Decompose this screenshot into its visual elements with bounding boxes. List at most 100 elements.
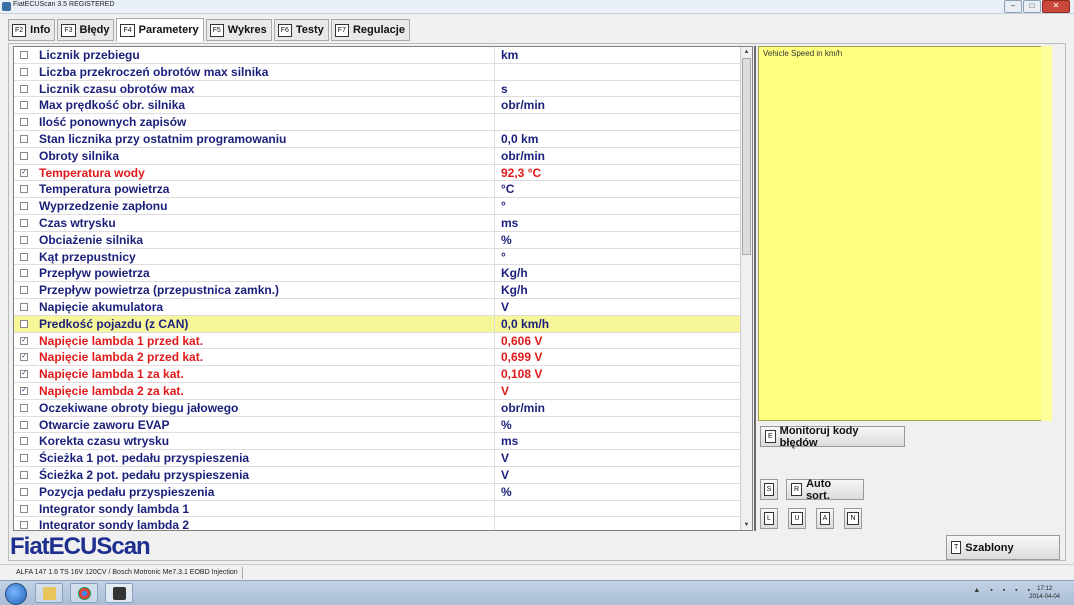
column-divider (494, 214, 495, 231)
table-row[interactable]: ✓ Napięcie lambda 1 przed kat. 0,606 V (14, 332, 752, 350)
splitter[interactable] (754, 46, 756, 531)
scroll-down-icon[interactable]: ▼ (741, 520, 752, 530)
graph-scrollbar[interactable] (1041, 46, 1052, 421)
param-checkbox[interactable] (20, 118, 28, 127)
column-divider (494, 248, 495, 265)
table-row[interactable]: Pozycja pedału przyspieszenia% (14, 483, 752, 501)
scroll-up-icon[interactable]: ▲ (741, 47, 752, 57)
key-hint: U (791, 512, 803, 525)
table-row[interactable]: Obroty silnika obr/min (14, 147, 752, 165)
param-checkbox[interactable] (20, 218, 28, 227)
param-checkbox[interactable] (20, 151, 28, 160)
param-checkbox[interactable] (20, 252, 28, 261)
taskbar-chrome[interactable] (70, 583, 98, 603)
param-checkbox[interactable] (20, 67, 28, 76)
param-value: V (501, 467, 510, 482)
table-row[interactable]: ✓ Napięcie lambda 2 przed kat. 0,699 V (14, 349, 752, 367)
a-button[interactable]: A (816, 508, 834, 529)
start-button[interactable] (5, 583, 27, 605)
table-row[interactable]: ✓ Temperatura wody 92,3 °C (14, 164, 752, 182)
table-row[interactable]: Max prędkość obr. silnika obr/min (14, 97, 752, 115)
table-row[interactable]: Obciażenie silnika% (14, 231, 752, 249)
param-checkbox[interactable] (20, 302, 28, 311)
param-checkbox[interactable] (20, 134, 28, 143)
param-checkbox[interactable] (20, 470, 28, 479)
tab-regulacje[interactable]: F7 Regulacje (330, 19, 410, 41)
table-row[interactable]: ✓ Napięcie lambda 2 za kat. V (14, 382, 752, 400)
param-checkbox[interactable] (20, 420, 28, 429)
param-checkbox[interactable]: ✓ (20, 370, 28, 379)
tab-bledy[interactable]: F3 Błędy (57, 19, 115, 41)
ecu-status: ALFA 147 1.6 TS 16V 120CV / Bosch Motron… (16, 567, 243, 579)
table-row[interactable]: Kąt przepustnicy ° (14, 248, 752, 266)
chrome-icon (78, 587, 91, 600)
param-checkbox[interactable] (20, 504, 28, 513)
u-button[interactable]: U (788, 508, 806, 529)
templates-button[interactable]: T Szablony (946, 535, 1060, 560)
table-row[interactable]: Ścieżka 2 pot. pedału przyspieszenia V (14, 466, 752, 484)
param-checkbox[interactable] (20, 202, 28, 211)
key-hint: F7 (334, 23, 349, 37)
table-row[interactable]: Integrator sondy lambda 1 (14, 500, 752, 518)
param-checkbox[interactable] (20, 487, 28, 496)
table-row[interactable]: Licznik przebiegu km (14, 47, 752, 64)
param-checkbox[interactable] (20, 84, 28, 93)
s-button[interactable]: S (760, 479, 778, 500)
param-checkbox[interactable] (20, 286, 28, 295)
key-hint: N (847, 512, 859, 525)
param-checkbox[interactable] (20, 185, 28, 194)
param-checkbox[interactable] (20, 454, 28, 463)
monitor-errors-button[interactable]: E Monitoruj kody błędów (760, 425, 905, 449)
table-row[interactable]: Ścieżka 1 pot. pedału przyspieszenia V (14, 450, 752, 467)
table-row[interactable]: Czas wtrysku ms (14, 214, 752, 232)
close-icon[interactable]: ✕ (1042, 0, 1070, 13)
tab-label: Testy (295, 24, 324, 36)
param-checkbox[interactable] (20, 521, 28, 530)
table-row[interactable]: Wyprzedzenie zapłonu ° (14, 198, 752, 215)
table-row[interactable]: Licznik czasu obrotów max s (14, 80, 752, 98)
button-label: Szablony (965, 541, 1014, 554)
table-row[interactable]: ✓ Napięcie lambda 1 za kat. 0,108 V (14, 366, 752, 383)
tab-wykres[interactable]: F5 Wykres (205, 19, 272, 41)
tab-info[interactable]: F2 Info (8, 19, 56, 41)
param-checkbox[interactable]: ✓ (20, 168, 28, 177)
tab-testy[interactable]: F6 Testy (273, 19, 329, 41)
param-checkbox[interactable]: ✓ (20, 386, 28, 395)
param-checkbox[interactable]: ✓ (20, 336, 28, 345)
column-divider (494, 483, 495, 500)
table-scrollbar[interactable]: ▲ ▼ (740, 47, 752, 530)
table-row[interactable]: Otwarcie zaworu EVAP% (14, 416, 752, 434)
table-row[interactable]: Korekta czasu wtrysku ms (14, 433, 752, 451)
system-tray[interactable]: ▲ ▪ ▪ ▪ ▪ (973, 587, 1034, 594)
param-checkbox[interactable] (20, 437, 28, 446)
table-row[interactable]: Integrator sondy lambda 2 (14, 517, 752, 530)
param-checkbox[interactable] (20, 269, 28, 278)
l-button[interactable]: L (760, 508, 778, 529)
taskbar-explorer[interactable] (35, 583, 63, 603)
table-row[interactable]: Przepływ powietrza (przepustnica zamkn.)… (14, 282, 752, 299)
auto-sort-button[interactable]: R Auto sort. (786, 478, 864, 502)
param-checkbox[interactable] (20, 403, 28, 412)
column-divider (494, 382, 495, 399)
table-row[interactable]: Oczekiwane obroty biegu jałowego obr/min (14, 399, 752, 417)
scroll-thumb[interactable] (742, 58, 751, 255)
clock[interactable]: 17:12 2014-04-04 (1029, 585, 1060, 601)
table-row[interactable]: Stan licznika przy ostatnim programowani… (14, 130, 752, 148)
param-checkbox[interactable]: ✓ (20, 353, 28, 362)
table-row[interactable]: Ilość ponownych zapisów (14, 114, 752, 131)
minimize-icon[interactable]: – (1004, 0, 1022, 13)
param-value: ° (501, 199, 506, 214)
maximize-icon[interactable]: □ (1023, 0, 1041, 13)
taskbar-fiatecuscan[interactable] (105, 583, 133, 603)
table-row[interactable]: Przepływ powietrza Kg/h (14, 265, 752, 283)
table-row[interactable]: Temperatura powietrza °C (14, 181, 752, 199)
table-row[interactable]: Predkość pojazdu (z CAN) 0,0 km/h (14, 315, 752, 333)
n-button[interactable]: N (844, 508, 862, 529)
param-checkbox[interactable] (20, 101, 28, 110)
param-checkbox[interactable] (20, 319, 28, 328)
param-checkbox[interactable] (20, 235, 28, 244)
table-row[interactable]: Napięcie akumulatora V (14, 298, 752, 316)
tab-parametery[interactable]: F4 Parametery (116, 18, 204, 42)
table-row[interactable]: Liczba przekroczeń obrotów max silnika (14, 63, 752, 81)
param-checkbox[interactable] (20, 51, 28, 59)
